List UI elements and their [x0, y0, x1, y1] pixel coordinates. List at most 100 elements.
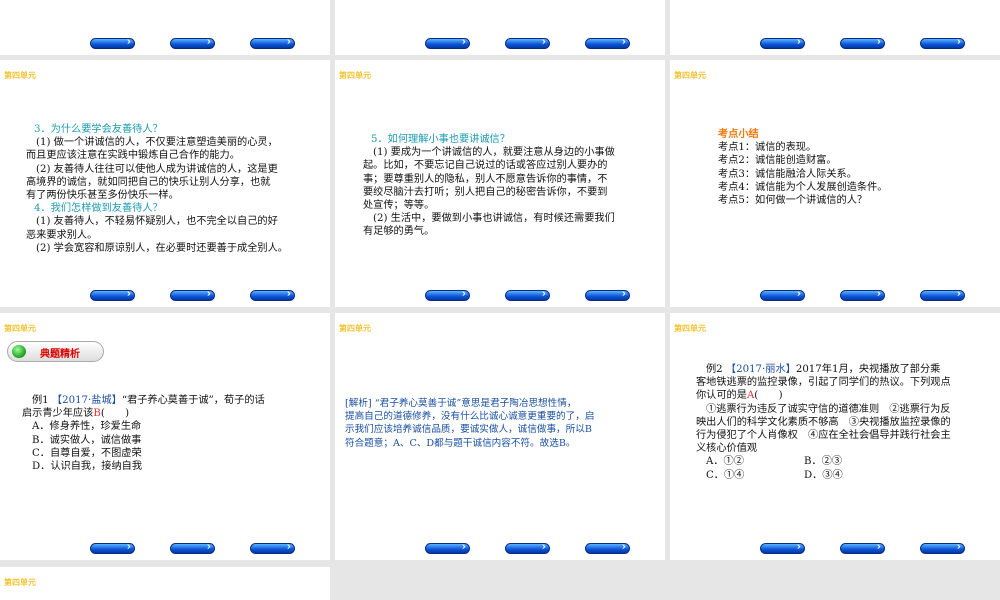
unit-label: 第四单元 [339, 324, 371, 333]
nav-home-button[interactable] [505, 35, 550, 49]
nav-next-button[interactable] [585, 540, 630, 554]
slide-r2c2: 第四单元 5．如何理解小事也要讲诚信？ (1) 要成为一个讲诚信的人，就要注意从… [335, 60, 665, 307]
text-line: 事；要尊重别人的隐私，别人不愿意告诉你的事情，不 [363, 173, 608, 185]
answer-blank: ( ) [100, 408, 130, 420]
text-line: ①逃票行为违反了诚实守信的道德准则 ②逃票行为反 [706, 403, 951, 415]
badge-label: 典题精析 [40, 349, 80, 360]
nav-next-button[interactable] [250, 35, 295, 49]
unit-label: 第四单元 [4, 71, 36, 80]
option: A．修身养性，珍爱生命 [32, 421, 142, 433]
text-line: 启示青少年应该 [22, 408, 94, 420]
slide-nav [670, 35, 1000, 50]
text-line: [解析] “君子养心莫善于诚”意思是君子陶冶思想性情， [345, 398, 577, 409]
option: C．自尊自爱，不图虚荣 [32, 447, 142, 459]
slide-text: 例1 【2017·盐城】“君子养心莫善于诚”，荀子的话 启示青少年应该B( ) … [22, 394, 265, 473]
nav-prev-button[interactable] [425, 287, 470, 301]
slide-nav [0, 540, 330, 555]
text-line: 恶来要求别人。 [26, 229, 98, 241]
nav-prev-button[interactable] [90, 35, 135, 49]
text-line: 你认可的是 [696, 390, 747, 402]
text-line: 考点1：诚信的表现。 [718, 142, 817, 154]
unit-label: 第四单元 [4, 578, 36, 587]
nav-next-button[interactable] [250, 540, 295, 554]
slide-r3c2: 第四单元 [解析] “君子养心莫善于诚”意思是君子陶冶思想性情， 提高自己的道德… [335, 313, 665, 560]
slide-r4c1: 第四单元 [0, 567, 330, 600]
nav-home-button[interactable] [505, 540, 550, 554]
text-line: (2) 生活中，要做到小事也讲诚信，有时候还需要我们 [373, 213, 615, 225]
option: D．③④ [804, 469, 843, 481]
slide-r3c3: 第四单元 例2 【2017·丽水】2017年1月，央视播放了部分乘 客地铁逃票的… [670, 313, 1000, 560]
nav-home-button[interactable] [840, 35, 885, 49]
nav-home-button[interactable] [840, 287, 885, 301]
text-line: 映出人们的科学文化素质不够高 ③央视播放监控录像的 [696, 416, 951, 428]
option: C．①④ [706, 469, 745, 481]
nav-prev-button[interactable] [425, 35, 470, 49]
nav-home-button[interactable] [170, 540, 215, 554]
text-line: (2) 友善待人往往可以使他人成为讲诚信的人，这是更 [36, 163, 278, 175]
nav-next-button[interactable] [585, 35, 630, 49]
slide-text: 考点小结 考点1：诚信的表现。 考点2：诚信能创造财富。 考点3：诚信能融洽人际… [718, 128, 887, 207]
text-line: 有了两份快乐甚至多份快乐一样。 [26, 190, 179, 202]
text-line: (1) 要成为一个讲诚信的人，就要注意从身边的小事做 [373, 147, 615, 159]
nav-prev-button[interactable] [760, 540, 805, 554]
nav-home-button[interactable] [840, 540, 885, 554]
text-line: 处宣传；等等。 [363, 200, 435, 212]
nav-next-button[interactable] [920, 540, 965, 554]
answer-blank: ( ) [754, 390, 783, 402]
text-line: 2017年1月，央视播放了部分乘 [795, 364, 941, 375]
slide-nav [0, 287, 330, 302]
nav-next-button[interactable] [920, 287, 965, 301]
text-line: 考点3：诚信能融洽人际关系。 [718, 168, 857, 180]
option: D．认识自我，接纳自我 [32, 461, 143, 473]
text-line: 考点2：诚信能创造财富。 [718, 155, 837, 167]
text-line: 符合题意；A、C、D都与题干诚信内容不符。故选B。 [345, 437, 576, 449]
nav-next-button[interactable] [250, 287, 295, 301]
nav-home-button[interactable] [170, 35, 215, 49]
text-line: 起。比如，不要忘记自己说过的话或答应过别人要办的 [363, 160, 608, 172]
unit-label: 第四单元 [674, 324, 706, 333]
text-line: 考点4：诚信能为个人发展创造条件。 [718, 181, 888, 193]
green-dot-icon [12, 345, 26, 358]
answer: B [93, 408, 101, 420]
unit-label: 第四单元 [674, 71, 706, 80]
text-line: (1) 做一个讲诚信的人，不仅要注意塑造美丽的心灵， [36, 137, 278, 149]
nav-next-button[interactable] [920, 35, 965, 49]
nav-prev-button[interactable] [425, 540, 470, 554]
example-label: 例1 [32, 395, 49, 406]
unit-label: 第四单元 [4, 324, 36, 333]
example-label: 例2 [706, 364, 723, 375]
nav-prev-button[interactable] [760, 287, 805, 301]
option: B．诚实做人，诚信做事 [32, 434, 142, 446]
nav-prev-button[interactable] [760, 35, 805, 49]
question-heading: 4．我们怎样做到友善待人？ [34, 203, 163, 215]
slide-r3c1: 第四单元 典题精析 例1 【2017·盐城】“君子养心莫善于诚”，荀子的话 启示… [0, 313, 330, 560]
nav-next-button[interactable] [585, 287, 630, 301]
text-line: 示我们应该培养诚信品质，要诚实做人，诚信做事，所以B [345, 424, 592, 436]
slide-nav [670, 287, 1000, 302]
question-heading: 3．为什么要学会友善待人？ [34, 124, 163, 135]
nav-prev-button[interactable] [90, 287, 135, 301]
source-tag: 【2017·丽水】 [725, 364, 796, 375]
text-line: 行为侵犯了个人肖像权 ④应在全社会倡导并践行社会主 [696, 430, 951, 442]
text-line: 义核心价值观 [696, 443, 758, 455]
nav-prev-button[interactable] [90, 540, 135, 554]
slide-r2c3: 第四单元 考点小结 考点1：诚信的表现。 考点2：诚信能创造财富。 考点3：诚信… [670, 60, 1000, 307]
slide-text: 例2 【2017·丽水】2017年1月，央视播放了部分乘 客地铁逃票的监控录像，… [696, 363, 951, 482]
slide-r2c1: 第四单元 3．为什么要学会友善待人？ (1) 做一个讲诚信的人，不仅要注意塑造美… [0, 60, 330, 307]
option: B．②③ [804, 456, 843, 468]
text-line: 要绞尽脑汁去打听；别人把自己的秘密告诉你，不要到 [363, 186, 608, 198]
slide-nav [335, 287, 665, 302]
nav-home-button[interactable] [170, 287, 215, 301]
nav-home-button[interactable] [505, 287, 550, 301]
unit-label: 第四单元 [339, 71, 371, 80]
source-tag: 【2017·盐城】 [51, 395, 122, 406]
section-badge: 典题精析 [7, 341, 104, 362]
text-line: 而且更应该注意在实践中锻炼自己合作的能力。 [26, 150, 240, 162]
slide-nav [670, 540, 1000, 555]
analysis-text: [解析] “君子养心莫善于诚”意思是君子陶冶思想性情， 提高自己的道德修养，没有… [345, 397, 594, 450]
slide-r1c1 [0, 0, 330, 55]
slide-nav [335, 540, 665, 555]
question-heading: 5．如何理解小事也要讲诚信？ [371, 134, 510, 145]
text-line: 高境界的诚信，就如同把自己的快乐让别人分享，也就 [26, 176, 271, 188]
text-line: (2) 学会宽容和原谅别人，在必要时还要善于成全别人。 [36, 242, 288, 254]
